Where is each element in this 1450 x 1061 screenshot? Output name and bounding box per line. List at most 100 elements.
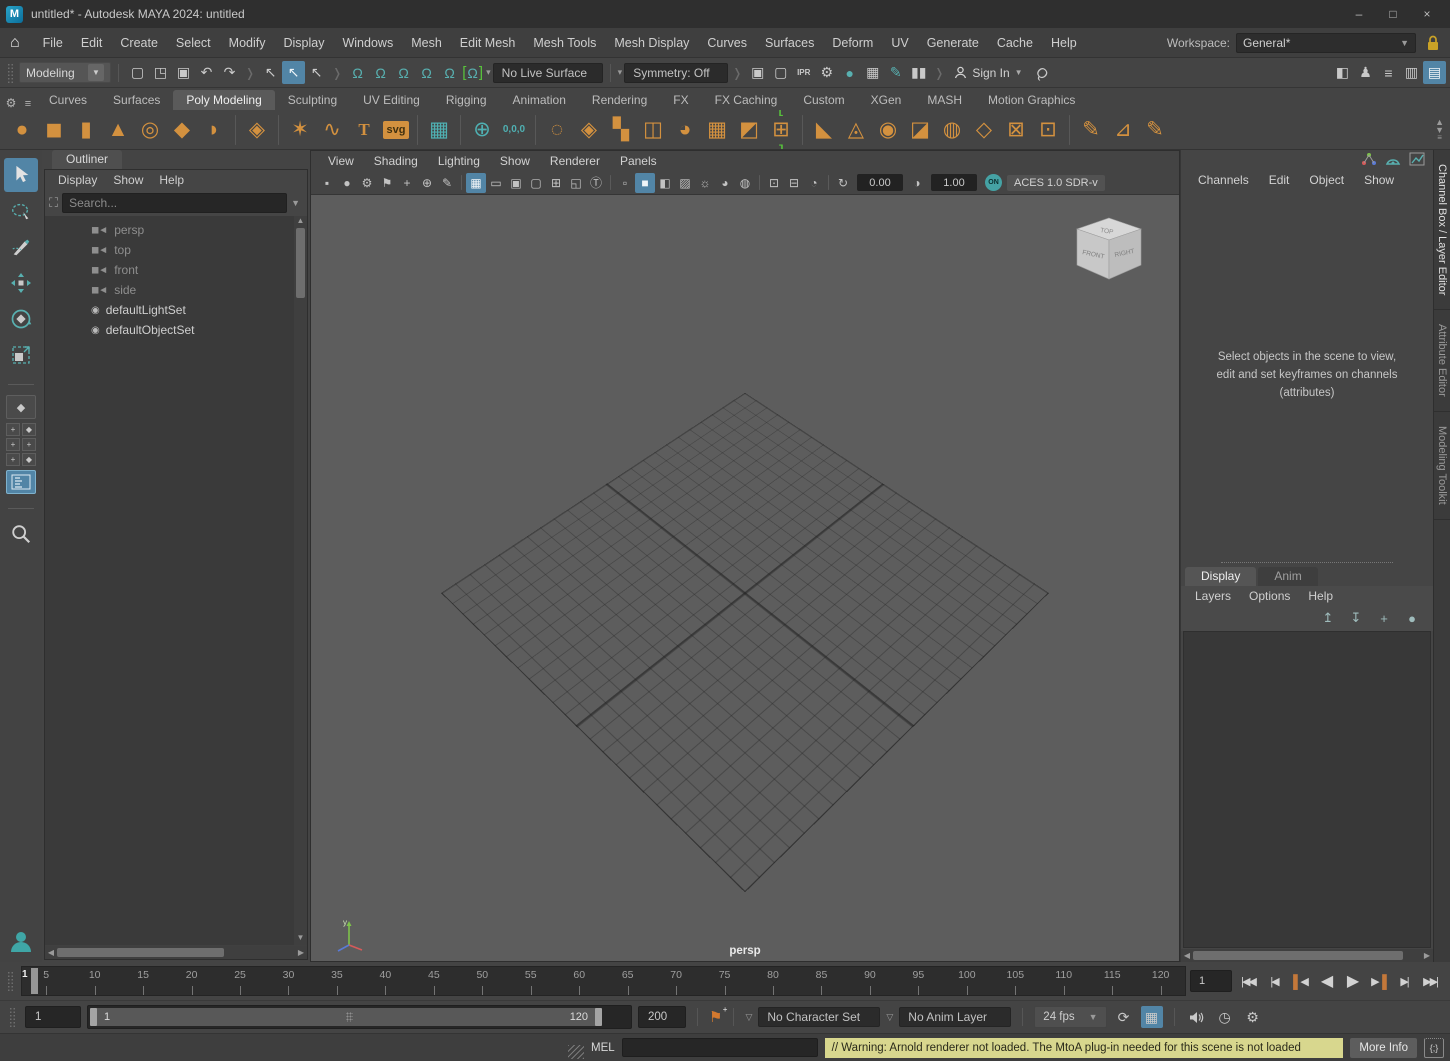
platonic-solid-icon[interactable]: ◈ <box>241 113 273 147</box>
shelf-tab[interactable]: XGen <box>858 90 915 110</box>
poly-torus-icon[interactable]: ◎ <box>134 113 166 147</box>
time-tick[interactable]: 105 <box>991 967 1039 995</box>
shelf-overflow-menu[interactable]: ▲▼≡ <box>1435 118 1444 142</box>
snap-to-projected-center-icon[interactable]: Ω <box>415 61 438 84</box>
range-bar-grip[interactable] <box>346 1012 353 1022</box>
layout-split-v-button[interactable]: + <box>22 438 36 451</box>
animation-start-field[interactable]: 1 <box>25 1006 81 1028</box>
tool-settings-icon[interactable]: ▥ <box>1400 61 1423 84</box>
grid-toggle-icon[interactable]: ▦ <box>466 173 486 193</box>
bridge-icon[interactable]: ◉ <box>872 113 904 147</box>
sweep-mesh-icon[interactable]: ✶ <box>284 113 316 147</box>
select-camera-icon[interactable]: ▪ <box>317 173 337 193</box>
command-input[interactable] <box>622 1038 818 1057</box>
viewport-canvas[interactable]: TOP FRONT RIGHT y persp <box>311 195 1179 961</box>
safe-action-icon[interactable]: ◱ <box>566 173 586 193</box>
time-tick[interactable]: 5 <box>22 967 70 995</box>
select-component-icon[interactable]: ↖ <box>305 61 328 84</box>
command-language-toggle[interactable]: MEL <box>591 1042 615 1054</box>
outliner-item-front[interactable]: ◼◄ front <box>45 260 307 280</box>
outliner-item-defaultLightSet[interactable]: ◉ defaultLightSet <box>45 300 307 320</box>
time-tick[interactable]: 115 <box>1088 967 1136 995</box>
chevron-down-icon[interactable]: ▽ <box>886 1012 893 1023</box>
menu-item[interactable]: Surfaces <box>756 32 823 54</box>
time-tick[interactable]: 25 <box>216 967 264 995</box>
menu-item[interactable]: Cache <box>988 32 1042 54</box>
scroll-left-icon[interactable]: ◀ <box>1181 951 1193 960</box>
graph-icon[interactable] <box>1409 152 1425 166</box>
separate-icon[interactable]: ▚ <box>605 113 637 147</box>
show-manipulators-icon[interactable]: ◧ <box>1331 61 1354 84</box>
save-scene-icon[interactable]: ▣ <box>172 61 195 84</box>
shelf-tab[interactable]: Surfaces <box>100 90 173 110</box>
play-forward-button[interactable]: ▶ <box>1340 969 1364 993</box>
play-backwards-button[interactable]: ◀ <box>1314 969 1338 993</box>
audio-icon[interactable] <box>1186 1006 1208 1028</box>
layout-outliner-persp-button[interactable] <box>6 470 36 494</box>
shelf-tab[interactable]: Custom <box>790 90 857 110</box>
status-line-grip[interactable] <box>7 63 14 83</box>
layout-pane-diamond-button[interactable]: ◆ <box>22 453 36 466</box>
construction-plane-icon[interactable]: ⊕ <box>466 113 498 147</box>
poly-sphere-icon[interactable]: ● <box>6 113 38 147</box>
scroll-down-icon[interactable]: ▼ <box>297 933 305 945</box>
layer-editor-tab[interactable]: Display <box>1185 567 1256 586</box>
new-layer-icon[interactable]: + <box>1373 609 1395 627</box>
zoom-tool[interactable] <box>4 517 38 551</box>
menu-item[interactable]: Deform <box>823 32 882 54</box>
go-to-start-button[interactable]: |◀◀ <box>1236 969 1260 993</box>
symmetry-field[interactable]: Symmetry: Off <box>624 63 728 83</box>
resolution-gate-icon[interactable]: ▣ <box>506 173 526 193</box>
playback-speed-icon[interactable]: ◷ <box>1214 1006 1236 1028</box>
shelf-menu-icon[interactable]: ≡ <box>20 98 36 110</box>
script-editor-icon[interactable]: {;} <box>1424 1038 1444 1058</box>
scroll-up-icon[interactable]: ▲ <box>297 216 305 228</box>
reset-to-origin-icon[interactable]: 0,0,0 <box>498 113 530 147</box>
time-tick[interactable]: 70 <box>652 967 700 995</box>
layout-two-pane-button[interactable]: + <box>6 453 20 466</box>
chevron-down-icon[interactable]: ▽ <box>745 1012 752 1023</box>
quad-draw-icon[interactable]: ⊿ <box>1107 113 1139 147</box>
home-icon[interactable]: ⌂ <box>10 34 20 52</box>
shelf-tab[interactable]: Curves <box>36 90 100 110</box>
poly-cube-icon[interactable]: ◼ <box>38 113 70 147</box>
panel-splitter[interactable] <box>1221 562 1393 563</box>
viewport-menu-item[interactable]: View <box>319 153 363 169</box>
smooth-icon[interactable]: ◕ <box>669 113 701 147</box>
time-tick[interactable]: 65 <box>603 967 651 995</box>
shelf-tab[interactable]: MASH <box>914 90 975 110</box>
time-tick[interactable]: 90 <box>846 967 894 995</box>
outliner-item-side[interactable]: ◼◄ side <box>45 280 307 300</box>
shadows-icon[interactable]: ◕ <box>715 173 735 193</box>
ipr-render-icon[interactable]: IPR <box>792 61 815 84</box>
sculpt-tool-icon[interactable]: ✎ <box>1139 113 1171 147</box>
playback-range-bar[interactable]: 1 120 <box>90 1008 602 1026</box>
wireframe-icon[interactable]: ▫ <box>615 173 635 193</box>
shelf-tab[interactable]: Motion Graphics <box>975 90 1088 110</box>
outliner-hscrollbar[interactable]: ◀ ▶ <box>45 946 307 959</box>
command-feedback-warning[interactable]: // Warning: Arnold renderer not loaded. … <box>825 1038 1344 1058</box>
viewport-menu-item[interactable]: Shading <box>365 153 427 169</box>
user-account-avatar[interactable] <box>6 926 36 956</box>
current-frame-marker[interactable]: 1 <box>31 968 38 994</box>
outliner-item-top[interactable]: ◼◄ top <box>45 240 307 260</box>
character-controls-icon[interactable]: ♟ <box>1354 61 1377 84</box>
scale-tool[interactable] <box>4 338 38 372</box>
color-management-toggle[interactable]: ON <box>985 174 1002 191</box>
menu-item[interactable]: Create <box>111 32 167 54</box>
paint-selection-tool[interactable] <box>4 230 38 264</box>
poly-cylinder-icon[interactable]: ▮ <box>70 113 102 147</box>
tab-modeling-toolkit[interactable]: Modeling Toolkit <box>1434 412 1450 520</box>
more-info-button[interactable]: More Info <box>1350 1038 1417 1058</box>
rotate-tool[interactable] <box>4 302 38 336</box>
exposure-icon[interactable]: ↻ <box>833 173 853 193</box>
shelf-tab[interactable]: Animation <box>500 90 579 110</box>
viewport-menu-item[interactable]: Show <box>491 153 539 169</box>
menu-item[interactable]: Edit Mesh <box>451 32 525 54</box>
move-tool[interactable] <box>4 266 38 300</box>
current-time-field[interactable]: 1 <box>1190 970 1232 992</box>
shelf-tab[interactable]: FX Caching <box>702 90 791 110</box>
layer-sort-up-icon[interactable]: ↥ <box>1317 609 1339 627</box>
undo-icon[interactable]: ↶ <box>195 61 218 84</box>
isolate-select-icon[interactable]: ⊡ <box>764 173 784 193</box>
